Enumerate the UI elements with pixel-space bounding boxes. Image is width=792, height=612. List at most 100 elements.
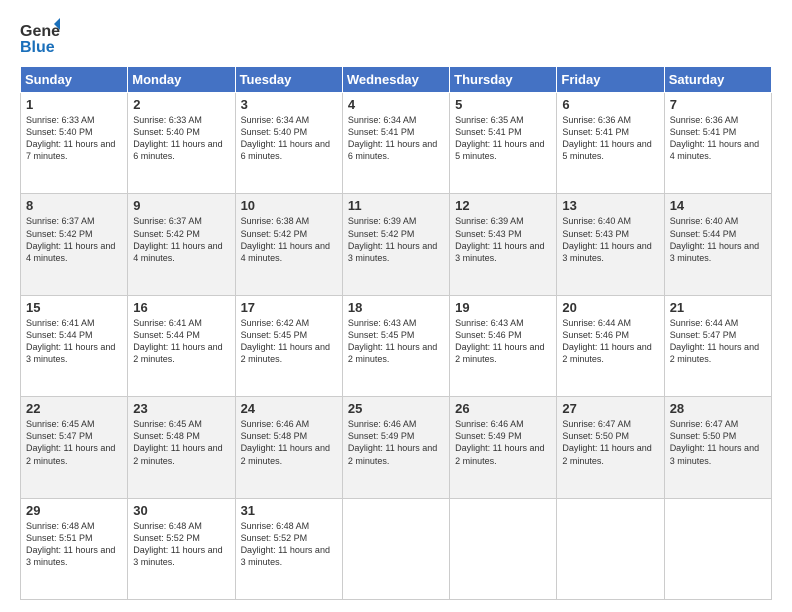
calendar-cell: 7 Sunrise: 6:36 AMSunset: 5:41 PMDayligh… <box>664 93 771 194</box>
calendar-cell: 11 Sunrise: 6:39 AMSunset: 5:42 PMDaylig… <box>342 194 449 295</box>
calendar-cell: 31 Sunrise: 6:48 AMSunset: 5:52 PMDaylig… <box>235 498 342 599</box>
calendar-body: 1 Sunrise: 6:33 AMSunset: 5:40 PMDayligh… <box>21 93 772 600</box>
cell-info: Sunrise: 6:48 AMSunset: 5:51 PMDaylight:… <box>26 521 115 567</box>
day-number: 7 <box>670 97 766 112</box>
cell-info: Sunrise: 6:43 AMSunset: 5:45 PMDaylight:… <box>348 318 437 364</box>
day-number: 1 <box>26 97 122 112</box>
calendar-cell: 5 Sunrise: 6:35 AMSunset: 5:41 PMDayligh… <box>450 93 557 194</box>
cell-info: Sunrise: 6:46 AMSunset: 5:48 PMDaylight:… <box>241 419 330 465</box>
day-header-wednesday: Wednesday <box>342 67 449 93</box>
cell-info: Sunrise: 6:39 AMSunset: 5:42 PMDaylight:… <box>348 216 437 262</box>
day-number: 29 <box>26 503 122 518</box>
day-number: 24 <box>241 401 337 416</box>
calendar-cell: 15 Sunrise: 6:41 AMSunset: 5:44 PMDaylig… <box>21 295 128 396</box>
calendar-header-row: SundayMondayTuesdayWednesdayThursdayFrid… <box>21 67 772 93</box>
calendar-cell <box>450 498 557 599</box>
svg-text:General: General <box>20 23 60 40</box>
day-number: 31 <box>241 503 337 518</box>
calendar-cell: 17 Sunrise: 6:42 AMSunset: 5:45 PMDaylig… <box>235 295 342 396</box>
cell-info: Sunrise: 6:36 AMSunset: 5:41 PMDaylight:… <box>562 115 651 161</box>
day-number: 17 <box>241 300 337 315</box>
day-number: 16 <box>133 300 229 315</box>
day-number: 9 <box>133 198 229 213</box>
day-number: 28 <box>670 401 766 416</box>
day-header-friday: Friday <box>557 67 664 93</box>
calendar-cell: 6 Sunrise: 6:36 AMSunset: 5:41 PMDayligh… <box>557 93 664 194</box>
day-header-thursday: Thursday <box>450 67 557 93</box>
cell-info: Sunrise: 6:33 AMSunset: 5:40 PMDaylight:… <box>133 115 222 161</box>
calendar-cell: 16 Sunrise: 6:41 AMSunset: 5:44 PMDaylig… <box>128 295 235 396</box>
day-number: 10 <box>241 198 337 213</box>
calendar-cell: 22 Sunrise: 6:45 AMSunset: 5:47 PMDaylig… <box>21 397 128 498</box>
cell-info: Sunrise: 6:45 AMSunset: 5:48 PMDaylight:… <box>133 419 222 465</box>
svg-text:Blue: Blue <box>20 39 55 56</box>
day-header-saturday: Saturday <box>664 67 771 93</box>
cell-info: Sunrise: 6:41 AMSunset: 5:44 PMDaylight:… <box>26 318 115 364</box>
cell-info: Sunrise: 6:44 AMSunset: 5:47 PMDaylight:… <box>670 318 759 364</box>
cell-info: Sunrise: 6:39 AMSunset: 5:43 PMDaylight:… <box>455 216 544 262</box>
day-number: 25 <box>348 401 444 416</box>
day-number: 12 <box>455 198 551 213</box>
calendar-cell <box>664 498 771 599</box>
day-number: 18 <box>348 300 444 315</box>
cell-info: Sunrise: 6:48 AMSunset: 5:52 PMDaylight:… <box>241 521 330 567</box>
cell-info: Sunrise: 6:34 AMSunset: 5:40 PMDaylight:… <box>241 115 330 161</box>
cell-info: Sunrise: 6:37 AMSunset: 5:42 PMDaylight:… <box>26 216 115 262</box>
calendar-cell: 13 Sunrise: 6:40 AMSunset: 5:43 PMDaylig… <box>557 194 664 295</box>
calendar-cell: 30 Sunrise: 6:48 AMSunset: 5:52 PMDaylig… <box>128 498 235 599</box>
calendar-cell <box>342 498 449 599</box>
cell-info: Sunrise: 6:48 AMSunset: 5:52 PMDaylight:… <box>133 521 222 567</box>
calendar-cell: 21 Sunrise: 6:44 AMSunset: 5:47 PMDaylig… <box>664 295 771 396</box>
calendar-cell: 9 Sunrise: 6:37 AMSunset: 5:42 PMDayligh… <box>128 194 235 295</box>
calendar-cell <box>557 498 664 599</box>
calendar-cell: 23 Sunrise: 6:45 AMSunset: 5:48 PMDaylig… <box>128 397 235 498</box>
cell-info: Sunrise: 6:47 AMSunset: 5:50 PMDaylight:… <box>562 419 651 465</box>
page: General Blue SundayMondayTuesdayWednesda… <box>0 0 792 612</box>
cell-info: Sunrise: 6:43 AMSunset: 5:46 PMDaylight:… <box>455 318 544 364</box>
day-number: 3 <box>241 97 337 112</box>
day-number: 6 <box>562 97 658 112</box>
header: General Blue <box>20 16 772 56</box>
cell-info: Sunrise: 6:44 AMSunset: 5:46 PMDaylight:… <box>562 318 651 364</box>
calendar-cell: 12 Sunrise: 6:39 AMSunset: 5:43 PMDaylig… <box>450 194 557 295</box>
day-number: 5 <box>455 97 551 112</box>
calendar-cell: 28 Sunrise: 6:47 AMSunset: 5:50 PMDaylig… <box>664 397 771 498</box>
calendar-cell: 26 Sunrise: 6:46 AMSunset: 5:49 PMDaylig… <box>450 397 557 498</box>
calendar-cell: 25 Sunrise: 6:46 AMSunset: 5:49 PMDaylig… <box>342 397 449 498</box>
day-number: 19 <box>455 300 551 315</box>
day-number: 20 <box>562 300 658 315</box>
day-number: 23 <box>133 401 229 416</box>
calendar-cell: 1 Sunrise: 6:33 AMSunset: 5:40 PMDayligh… <box>21 93 128 194</box>
day-number: 21 <box>670 300 766 315</box>
cell-info: Sunrise: 6:45 AMSunset: 5:47 PMDaylight:… <box>26 419 115 465</box>
cell-info: Sunrise: 6:35 AMSunset: 5:41 PMDaylight:… <box>455 115 544 161</box>
calendar-cell: 24 Sunrise: 6:46 AMSunset: 5:48 PMDaylig… <box>235 397 342 498</box>
calendar-cell: 27 Sunrise: 6:47 AMSunset: 5:50 PMDaylig… <box>557 397 664 498</box>
cell-info: Sunrise: 6:47 AMSunset: 5:50 PMDaylight:… <box>670 419 759 465</box>
calendar-cell: 2 Sunrise: 6:33 AMSunset: 5:40 PMDayligh… <box>128 93 235 194</box>
cell-info: Sunrise: 6:40 AMSunset: 5:43 PMDaylight:… <box>562 216 651 262</box>
week-row-2: 15 Sunrise: 6:41 AMSunset: 5:44 PMDaylig… <box>21 295 772 396</box>
day-header-tuesday: Tuesday <box>235 67 342 93</box>
week-row-3: 22 Sunrise: 6:45 AMSunset: 5:47 PMDaylig… <box>21 397 772 498</box>
calendar-cell: 29 Sunrise: 6:48 AMSunset: 5:51 PMDaylig… <box>21 498 128 599</box>
calendar-cell: 10 Sunrise: 6:38 AMSunset: 5:42 PMDaylig… <box>235 194 342 295</box>
day-number: 30 <box>133 503 229 518</box>
cell-info: Sunrise: 6:33 AMSunset: 5:40 PMDaylight:… <box>26 115 115 161</box>
cell-info: Sunrise: 6:46 AMSunset: 5:49 PMDaylight:… <box>348 419 437 465</box>
logo-icon: General Blue <box>20 16 60 56</box>
day-number: 14 <box>670 198 766 213</box>
day-number: 26 <box>455 401 551 416</box>
week-row-0: 1 Sunrise: 6:33 AMSunset: 5:40 PMDayligh… <box>21 93 772 194</box>
calendar-cell: 4 Sunrise: 6:34 AMSunset: 5:41 PMDayligh… <box>342 93 449 194</box>
day-number: 8 <box>26 198 122 213</box>
calendar-cell: 19 Sunrise: 6:43 AMSunset: 5:46 PMDaylig… <box>450 295 557 396</box>
cell-info: Sunrise: 6:36 AMSunset: 5:41 PMDaylight:… <box>670 115 759 161</box>
week-row-4: 29 Sunrise: 6:48 AMSunset: 5:51 PMDaylig… <box>21 498 772 599</box>
day-number: 2 <box>133 97 229 112</box>
day-number: 15 <box>26 300 122 315</box>
day-number: 22 <box>26 401 122 416</box>
cell-info: Sunrise: 6:41 AMSunset: 5:44 PMDaylight:… <box>133 318 222 364</box>
cell-info: Sunrise: 6:46 AMSunset: 5:49 PMDaylight:… <box>455 419 544 465</box>
day-number: 11 <box>348 198 444 213</box>
